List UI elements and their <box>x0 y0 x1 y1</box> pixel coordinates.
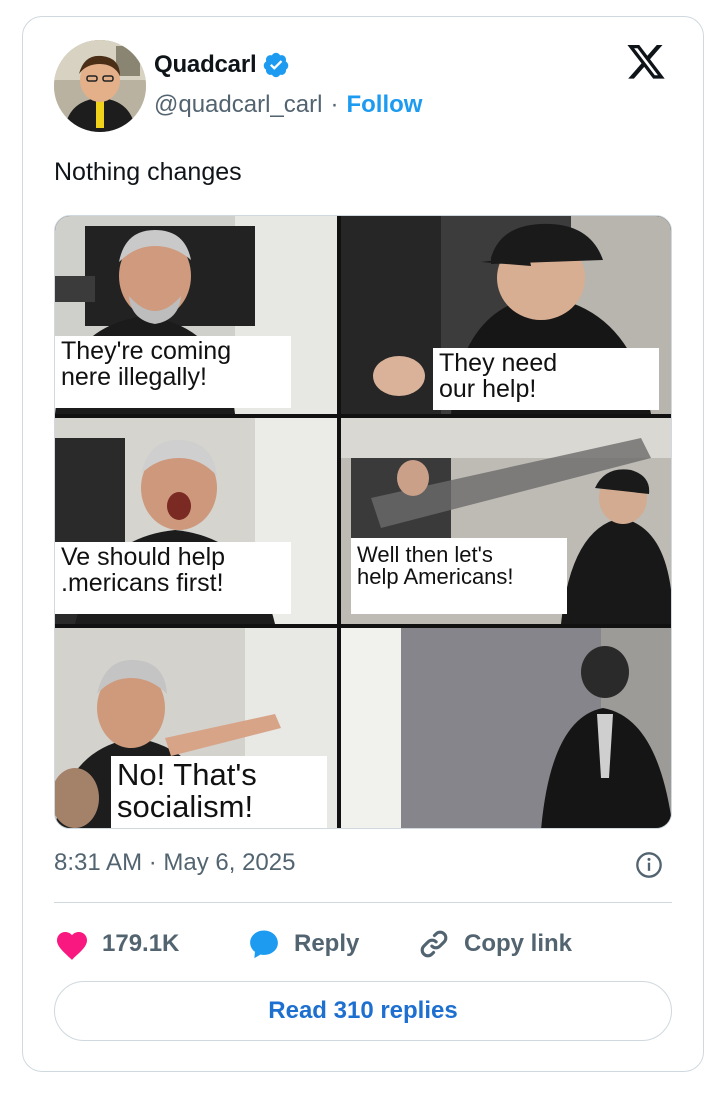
tweet-text: Nothing changes <box>54 158 242 186</box>
meme-panel-6 <box>341 628 671 828</box>
meme-caption-4: Well then let's help Americans! <box>351 538 567 614</box>
meme-panel-5: No! That's socialism! <box>55 628 337 828</box>
reply-button[interactable]: Reply <box>246 927 359 961</box>
reply-label: Reply <box>294 930 360 957</box>
divider <box>54 902 672 903</box>
verified-badge-icon <box>262 51 290 79</box>
read-replies-button[interactable]: Read 310 replies <box>54 981 672 1041</box>
meme-caption-3: Ve should help .mericans first! <box>55 542 291 614</box>
link-icon <box>420 930 448 958</box>
copy-link-button[interactable]: Copy link <box>416 927 572 961</box>
avatar[interactable] <box>54 40 146 132</box>
meme-caption-2: They need our help! <box>433 348 659 410</box>
meme-panel-4: Well then let's help Americans! <box>341 418 671 624</box>
author-display-name[interactable]: Quadcarl <box>154 51 257 79</box>
author-handle[interactable]: @quadcarl_carl <box>154 91 322 119</box>
x-logo-icon[interactable] <box>625 45 667 83</box>
follow-button[interactable]: Follow <box>346 91 422 119</box>
tweet-card: Quadcarl @quadcarl_carl · Follow Nothing… <box>22 16 704 1072</box>
author-name-row: Quadcarl <box>154 51 290 79</box>
meme-panel-2: They need our help! <box>341 216 671 414</box>
like-button[interactable]: 179.1K <box>54 927 179 961</box>
like-count: 179.1K <box>102 930 180 957</box>
tweet-timestamp[interactable]: 8:31 AM · May 6, 2025 <box>54 849 295 877</box>
reply-bubble-icon <box>250 930 278 959</box>
heart-icon <box>57 932 87 960</box>
meme-caption-5: No! That's socialism! <box>111 756 327 828</box>
tweet-media-image[interactable]: They're coming nere illegally! They need o… <box>54 215 672 829</box>
info-icon[interactable] <box>635 851 663 879</box>
meme-caption-1: They're coming nere illegally! <box>55 336 291 408</box>
separator-dot: · <box>330 91 339 118</box>
author-handle-row: @quadcarl_carl · Follow <box>154 91 422 119</box>
meme-panel-1: They're coming nere illegally! <box>55 216 337 414</box>
meme-panel-3: Ve should help .mericans first! <box>55 418 337 624</box>
tweet-actions: 179.1K Reply Copy link <box>54 927 672 963</box>
copy-link-label: Copy link <box>464 930 573 957</box>
